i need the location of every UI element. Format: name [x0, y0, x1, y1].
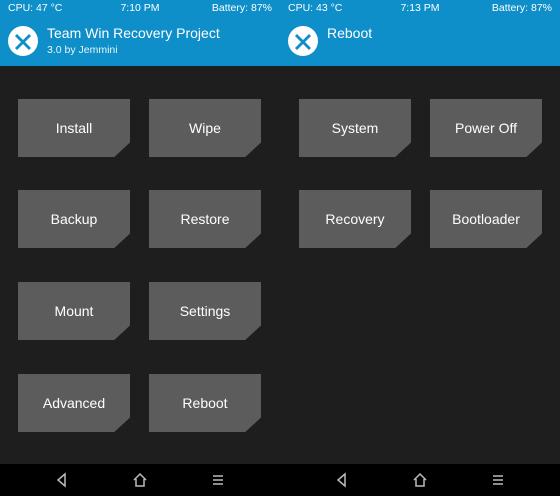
status-bar: CPU: 47 °C 7:10 PM Battery: 87%: [0, 0, 280, 16]
screenshot-pair: CPU: 47 °C 7:10 PM Battery: 87% Team Win…: [0, 0, 560, 496]
system-button[interactable]: System: [299, 99, 411, 157]
reboot-menu-screen: CPU: 43 °C 7:13 PM Battery: 87% Reboot S…: [280, 0, 560, 496]
home-icon[interactable]: [412, 472, 428, 488]
back-icon[interactable]: [334, 472, 350, 488]
bootloader-button[interactable]: Bootloader: [430, 190, 542, 248]
menu-icon[interactable]: [490, 472, 506, 488]
header-subtitle: 3.0 by Jemmini: [47, 44, 118, 56]
settings-button[interactable]: Settings: [149, 282, 261, 340]
advanced-button[interactable]: Advanced: [18, 374, 130, 432]
header-title: Reboot: [327, 25, 373, 41]
status-bar: CPU: 43 °C 7:13 PM Battery: 87%: [280, 0, 560, 16]
app-header: Reboot: [280, 16, 560, 66]
wipe-button[interactable]: Wipe: [149, 99, 261, 157]
mount-button[interactable]: Mount: [18, 282, 130, 340]
twrp-logo-icon: [8, 26, 38, 56]
back-icon[interactable]: [54, 472, 70, 488]
navigation-bar: [0, 464, 280, 496]
backup-button[interactable]: Backup: [18, 190, 130, 248]
install-button[interactable]: Install: [18, 99, 130, 157]
recovery-button[interactable]: Recovery: [299, 190, 411, 248]
twrp-logo-icon: [288, 26, 318, 56]
reboot-button[interactable]: Reboot: [149, 374, 261, 432]
app-header: Team Win Recovery Project 3.0 by Jemmini: [0, 16, 280, 66]
power-off-button[interactable]: Power Off: [430, 99, 542, 157]
header-title: Team Win Recovery Project: [47, 25, 220, 41]
restore-button[interactable]: Restore: [149, 190, 261, 248]
battery-level: Battery: 87%: [211, 2, 272, 14]
main-menu-screen: CPU: 47 °C 7:10 PM Battery: 87% Team Win…: [0, 0, 280, 496]
navigation-bar: [280, 464, 560, 496]
battery-level: Battery: 87%: [491, 2, 552, 14]
menu-icon[interactable]: [210, 472, 226, 488]
home-icon[interactable]: [132, 472, 148, 488]
